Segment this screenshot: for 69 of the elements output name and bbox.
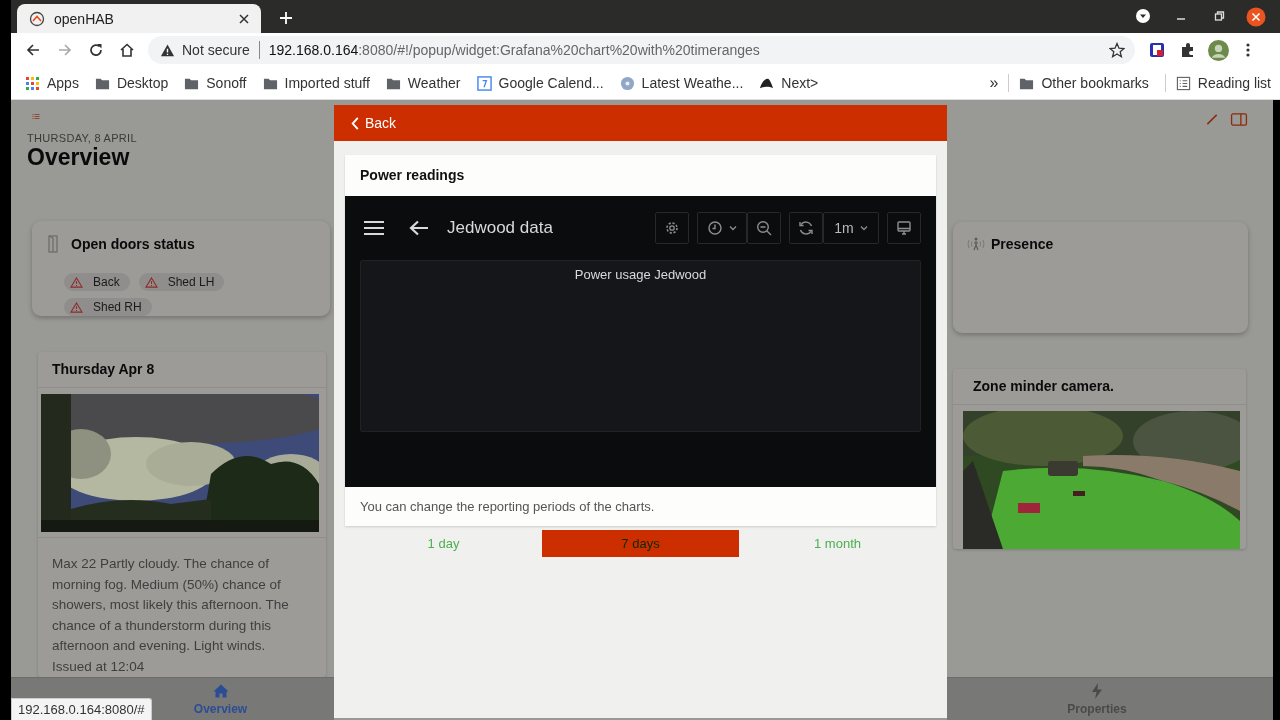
bookmark[interactable]: Other bookmarks bbox=[1019, 75, 1149, 91]
menu-icon[interactable] bbox=[1246, 42, 1250, 58]
tv-mode-button[interactable] bbox=[887, 212, 921, 244]
close-icon[interactable] bbox=[239, 13, 249, 24]
status-chip: Shed RH bbox=[64, 298, 152, 316]
zoom-out-button[interactable] bbox=[747, 212, 781, 244]
reload-icon[interactable] bbox=[88, 42, 104, 58]
status-url: 192.168.0.164:8080/# bbox=[11, 698, 152, 720]
dashboard-title: Jedwood data bbox=[447, 218, 553, 238]
time-picker-button[interactable] bbox=[697, 212, 747, 244]
bookmark[interactable]: Desktop bbox=[94, 75, 169, 91]
card-title: Zone minder camera. bbox=[953, 369, 1246, 405]
address-field[interactable]: Not secure 192.168.0.164:8080/#!/popup/widget:Grafana%20chart%20with%20timeranges bbox=[148, 36, 1135, 64]
menu-icon[interactable] bbox=[364, 221, 384, 235]
list-icon bbox=[1175, 75, 1191, 91]
clock-icon bbox=[707, 220, 723, 236]
puzzle-icon[interactable] bbox=[1180, 42, 1196, 58]
disc-icon bbox=[619, 75, 635, 91]
zoom-out-icon bbox=[756, 220, 772, 236]
bookmark[interactable]: Imported stuff bbox=[262, 75, 370, 91]
dropdown-icon[interactable] bbox=[1135, 8, 1151, 24]
status-chip: Shed LH bbox=[138, 273, 225, 291]
monitor-icon bbox=[896, 220, 912, 236]
home-icon bbox=[212, 682, 229, 699]
bookmark[interactable]: Apps bbox=[25, 75, 79, 91]
gear-icon bbox=[664, 220, 680, 236]
refresh-interval-button[interactable]: 1m bbox=[823, 212, 879, 244]
warning-icon bbox=[70, 276, 83, 288]
description-text: You can change the reporting periods of the charts. bbox=[359, 498, 656, 516]
card-title: Thursday Apr 8 bbox=[38, 352, 326, 388]
chevron-left-icon bbox=[351, 116, 359, 130]
caret-icon bbox=[729, 225, 737, 231]
card-title: Power readings bbox=[359, 166, 466, 185]
star-icon[interactable] bbox=[1109, 42, 1125, 58]
bookmark[interactable]: Latest Weathe... bbox=[619, 75, 744, 91]
bookmark[interactable]: Google Calend... bbox=[476, 75, 604, 91]
reading-list-button[interactable]: Reading list bbox=[1175, 75, 1271, 91]
more-bookmarks-button[interactable]: » bbox=[989, 74, 999, 92]
warning-icon bbox=[70, 301, 83, 313]
apps-grid-icon bbox=[25, 75, 40, 91]
browser-tab[interactable]: openHAB bbox=[17, 4, 261, 33]
card-title: Open doors status bbox=[71, 236, 195, 252]
door-icon bbox=[48, 235, 58, 253]
calendar-icon bbox=[476, 75, 492, 91]
card-title: Presence bbox=[991, 236, 1054, 252]
caret-icon bbox=[859, 225, 868, 231]
extension-icon[interactable] bbox=[1149, 42, 1165, 58]
page-title: Overview bbox=[27, 144, 131, 171]
date-label: THURSDAY, 8 APRIL bbox=[27, 132, 138, 144]
bookmark[interactable]: Sonoff bbox=[184, 75, 247, 91]
warning-icon bbox=[144, 276, 158, 288]
warning-icon bbox=[160, 42, 175, 58]
pencil-icon[interactable] bbox=[1204, 113, 1220, 126]
side-panel-icon[interactable] bbox=[1230, 113, 1248, 126]
home-icon[interactable] bbox=[119, 42, 135, 58]
refresh-button[interactable] bbox=[789, 212, 823, 244]
bookmark[interactable]: Next> bbox=[759, 75, 819, 91]
panel-title: Power usage Jedwood bbox=[574, 267, 707, 284]
refresh-icon bbox=[798, 220, 814, 236]
bookmark[interactable]: Weather bbox=[385, 75, 461, 91]
new-tab-icon[interactable] bbox=[279, 11, 293, 25]
back-arrow-icon[interactable] bbox=[409, 220, 429, 236]
openhab-logo-icon bbox=[29, 10, 45, 27]
close-icon[interactable] bbox=[1246, 7, 1266, 27]
back-icon[interactable] bbox=[25, 42, 41, 58]
settings-button[interactable] bbox=[655, 212, 689, 244]
walking-person-icon bbox=[966, 237, 986, 251]
avatar-icon[interactable] bbox=[1208, 39, 1229, 61]
status-chip: Back bbox=[64, 273, 130, 291]
